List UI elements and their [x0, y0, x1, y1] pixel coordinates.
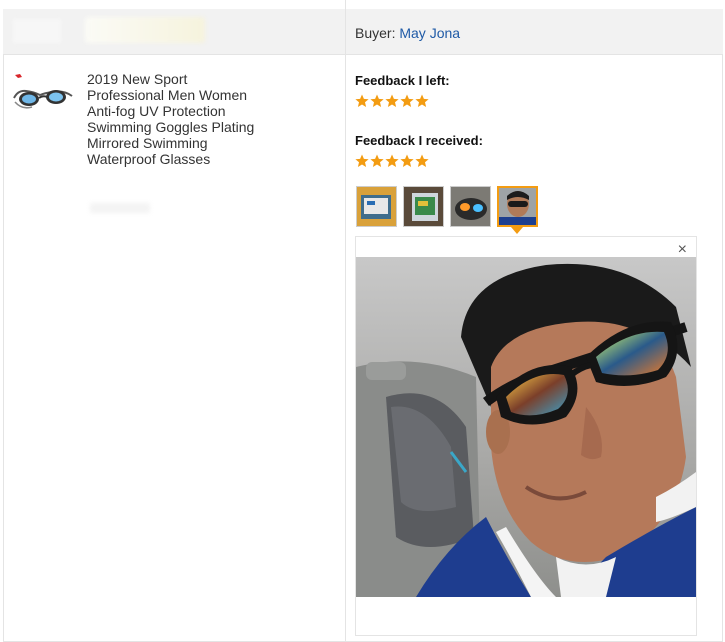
column-divider: [345, 0, 346, 642]
photo-viewer: ×: [355, 236, 697, 636]
photo-illustration: [356, 257, 696, 597]
star-icon: [370, 154, 384, 167]
buyer-label: Buyer:: [355, 25, 396, 41]
photo-thumbnail-2[interactable]: [403, 186, 444, 227]
blurred-order-info: [13, 19, 61, 43]
feedback-left-stars: [355, 94, 429, 108]
feedback-photo-thumbnails: [356, 186, 538, 227]
feedback-left-label: Feedback I left:: [355, 73, 450, 88]
feedback-received-label: Feedback I received:: [355, 133, 483, 148]
star-icon: [400, 94, 414, 107]
star-icon: [415, 94, 429, 107]
star-icon: [355, 94, 369, 107]
buyer-info: Buyer: May Jona: [355, 25, 460, 41]
star-icon: [385, 94, 399, 107]
buyer-name-link[interactable]: May Jona: [399, 25, 460, 41]
star-icon: [400, 154, 414, 167]
star-icon: [355, 154, 369, 167]
blurred-store-info: [85, 17, 205, 43]
swimming-goggles-icon: [13, 74, 73, 109]
photo-thumbnail-3[interactable]: [450, 186, 491, 227]
feedback-photo-large[interactable]: [356, 257, 696, 597]
selected-thumbnail-caret: [511, 227, 523, 234]
blurred-product-detail: [90, 203, 150, 213]
star-icon: [370, 94, 384, 107]
photo-thumbnail-4-selected[interactable]: [497, 186, 538, 227]
product-image[interactable]: [12, 72, 74, 118]
star-icon: [385, 154, 399, 167]
product-title-link[interactable]: 2019 New Sport Professional Men Women An…: [87, 71, 262, 167]
feedback-received-stars: [355, 154, 429, 168]
star-icon: [415, 154, 429, 167]
photo-thumbnail-1[interactable]: [356, 186, 397, 227]
